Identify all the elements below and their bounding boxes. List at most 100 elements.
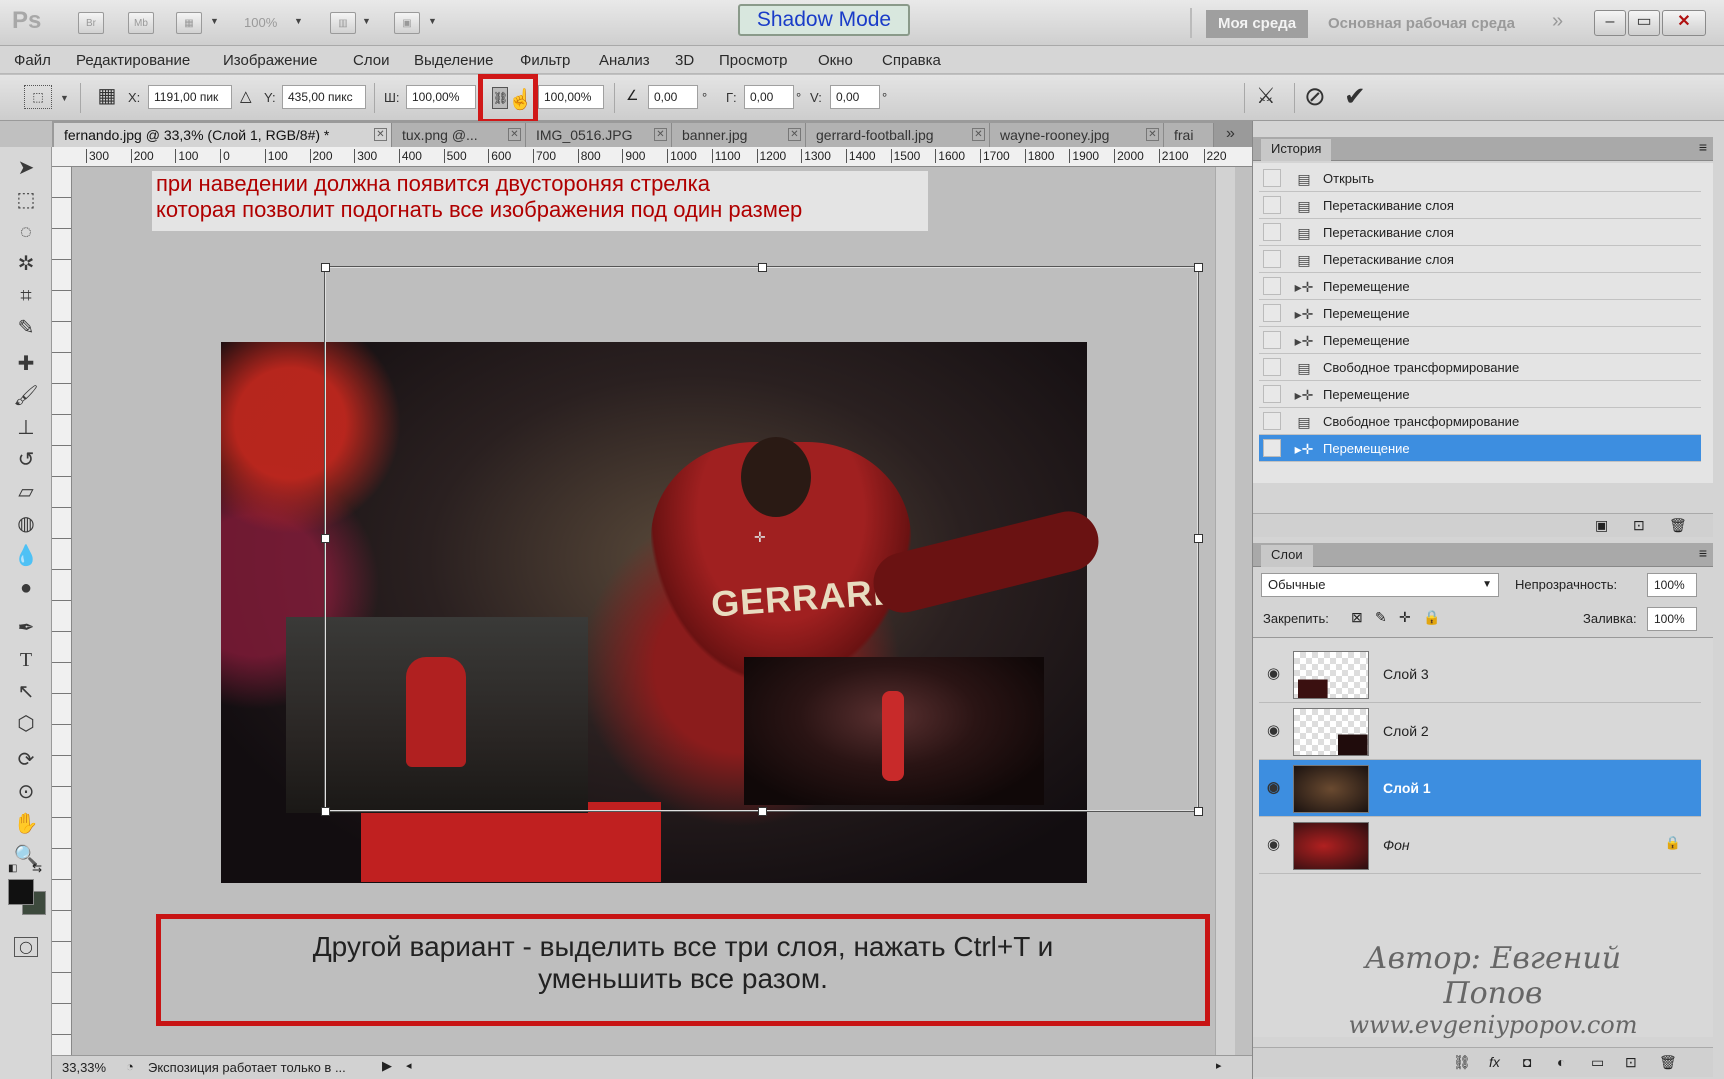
crop-tool-icon[interactable]: ⌗: [12, 283, 40, 309]
angle-field[interactable]: 0,00: [648, 85, 698, 109]
close-icon[interactable]: ✕: [374, 128, 387, 141]
menu-select[interactable]: Выделение: [414, 52, 493, 69]
x-field[interactable]: 1191,00 пик: [148, 85, 232, 109]
close-button[interactable]: ✕: [1662, 10, 1706, 36]
history-item[interactable]: ▸✛ Перемещение: [1259, 327, 1701, 354]
chevron-down-icon[interactable]: ▼: [60, 93, 69, 103]
paint-bucket-icon[interactable]: ◍: [12, 511, 40, 537]
transform-handle[interactable]: [758, 263, 767, 272]
menu-edit[interactable]: Редактирование: [76, 52, 190, 69]
layer-name[interactable]: Фон: [1383, 837, 1410, 853]
mini-bridge-icon[interactable]: Mb: [128, 12, 154, 34]
new-document-icon[interactable]: ▣: [1595, 517, 1608, 534]
history-item[interactable]: ▸✛ Перемещение: [1259, 381, 1701, 408]
close-icon[interactable]: ✕: [508, 128, 521, 141]
tabs-overflow-icon[interactable]: »: [1226, 125, 1235, 143]
scroll-left-icon[interactable]: ◂: [406, 1059, 412, 1072]
transform-handle[interactable]: [321, 807, 330, 816]
3d-rotate-icon[interactable]: ⟳: [12, 747, 40, 773]
magic-wand-icon[interactable]: ✲: [12, 251, 40, 277]
snapshot-checkbox[interactable]: [1263, 358, 1281, 376]
height-field[interactable]: 100,00%: [538, 85, 604, 109]
status-zoom[interactable]: 33,33%: [62, 1060, 106, 1075]
layer-name[interactable]: Слой 3: [1383, 666, 1429, 682]
snapshot-checkbox[interactable]: [1263, 412, 1281, 430]
history-item[interactable]: ▸✛ Перемещение: [1259, 300, 1701, 327]
path-select-icon[interactable]: ↖: [12, 679, 40, 705]
tab-gerrard[interactable]: gerrard-football.jpg ✕: [806, 123, 990, 147]
hand-tool-icon[interactable]: ✋: [12, 811, 40, 837]
chevron-down-icon[interactable]: ▼: [210, 16, 219, 26]
new-snapshot-icon[interactable]: ⊡: [1633, 517, 1645, 534]
layer-name[interactable]: Слой 1: [1383, 780, 1431, 796]
menu-layers[interactable]: Слои: [353, 52, 389, 69]
transform-handle[interactable]: [1194, 263, 1203, 272]
history-item[interactable]: ▤ Открыть: [1259, 165, 1701, 192]
snapshot-checkbox[interactable]: [1263, 277, 1281, 295]
adjustment-layer-icon[interactable]: ◐: [1557, 1054, 1565, 1070]
eye-icon[interactable]: ◉: [1267, 721, 1280, 739]
history-item[interactable]: ▤ Свободное трансформирование: [1259, 408, 1701, 435]
layer-row[interactable]: ◉ Фон 🔒: [1259, 817, 1701, 874]
snapshot-checkbox[interactable]: [1263, 385, 1281, 403]
zoom-level[interactable]: 100%: [244, 15, 277, 30]
new-layer-icon[interactable]: ⊡: [1625, 1054, 1637, 1071]
menu-analysis[interactable]: Анализ: [599, 52, 650, 69]
close-icon[interactable]: ✕: [972, 128, 985, 141]
dodge-tool-icon[interactable]: ●: [12, 575, 40, 601]
bridge-icon[interactable]: Br: [78, 12, 104, 34]
document-canvas[interactable]: при наведении должна появится двустороня…: [72, 167, 1235, 1065]
menu-window[interactable]: Окно: [818, 52, 853, 69]
reference-point-icon[interactable]: ▦: [94, 84, 120, 110]
vertical-scrollbar[interactable]: [1215, 167, 1235, 1065]
link-layers-icon[interactable]: ⛓: [1453, 1054, 1471, 1071]
chevron-down-icon[interactable]: ▼: [428, 16, 437, 26]
history-item[interactable]: ▸✛ Перемещение: [1259, 273, 1701, 300]
panel-menu-icon[interactable]: ≡: [1699, 545, 1707, 561]
history-tab[interactable]: История: [1261, 139, 1332, 161]
y-field[interactable]: 435,00 пикс: [282, 85, 366, 109]
layer-row[interactable]: ◉ Слой 2: [1259, 703, 1701, 760]
snapshot-checkbox[interactable]: [1263, 250, 1281, 268]
menu-help[interactable]: Справка: [882, 52, 941, 69]
vskew-field[interactable]: 0,00: [830, 85, 880, 109]
trash-icon[interactable]: 🗑: [1659, 1054, 1677, 1071]
snapshot-checkbox[interactable]: [1263, 223, 1281, 241]
tab-rooney[interactable]: wayne-rooney.jpg ✕: [990, 123, 1164, 147]
screen-mode-icon[interactable]: ▣: [394, 12, 420, 34]
history-item[interactable]: ▤ Перетаскивание слоя: [1259, 246, 1701, 273]
history-item[interactable]: ▤ Перетаскивание слоя: [1259, 219, 1701, 246]
menu-filter[interactable]: Фильтр: [520, 52, 570, 69]
close-icon[interactable]: ✕: [654, 128, 667, 141]
opacity-field[interactable]: 100%: [1647, 573, 1697, 597]
fx-icon[interactable]: fx: [1489, 1054, 1500, 1070]
panel-menu-icon[interactable]: ≡: [1699, 139, 1707, 155]
marquee-tool-icon[interactable]: ⬚: [12, 187, 40, 213]
menu-3d[interactable]: 3D: [675, 52, 694, 69]
default-colors-icon[interactable]: ◧: [8, 863, 17, 874]
stamp-tool-icon[interactable]: ⊥: [12, 415, 40, 441]
layer-name[interactable]: Слой 2: [1383, 723, 1429, 739]
healing-brush-icon[interactable]: ✚: [12, 351, 40, 377]
tab-banner[interactable]: banner.jpg ✕: [672, 123, 806, 147]
snapshot-checkbox[interactable]: [1263, 169, 1281, 187]
transform-handle[interactable]: [321, 534, 330, 543]
chevron-down-icon[interactable]: ▼: [362, 16, 371, 26]
commit-transform-icon[interactable]: ✔: [1344, 81, 1366, 112]
transform-handle[interactable]: [1194, 807, 1203, 816]
transform-handle[interactable]: [1194, 534, 1203, 543]
layer-row[interactable]: ◉ Слой 3: [1259, 646, 1701, 703]
menu-file[interactable]: Файл: [14, 52, 51, 69]
status-info[interactable]: Экспозиция работает только в ...: [148, 1060, 346, 1075]
history-item[interactable]: ▤ Свободное трансформирование: [1259, 354, 1701, 381]
layer-row[interactable]: ◉ Слой 1: [1259, 760, 1701, 817]
snapshot-checkbox[interactable]: [1263, 196, 1281, 214]
shape-tool-icon[interactable]: ⬡: [12, 711, 40, 737]
blur-tool-icon[interactable]: 💧: [12, 543, 40, 569]
minimize-button[interactable]: –: [1594, 10, 1626, 36]
maximize-button[interactable]: ▭: [1628, 10, 1660, 36]
type-tool-icon[interactable]: T: [12, 647, 40, 673]
lock-transparency-icon[interactable]: ⊠: [1351, 609, 1363, 626]
snapshot-checkbox[interactable]: [1263, 331, 1281, 349]
more-workspaces-icon[interactable]: »: [1552, 10, 1563, 33]
